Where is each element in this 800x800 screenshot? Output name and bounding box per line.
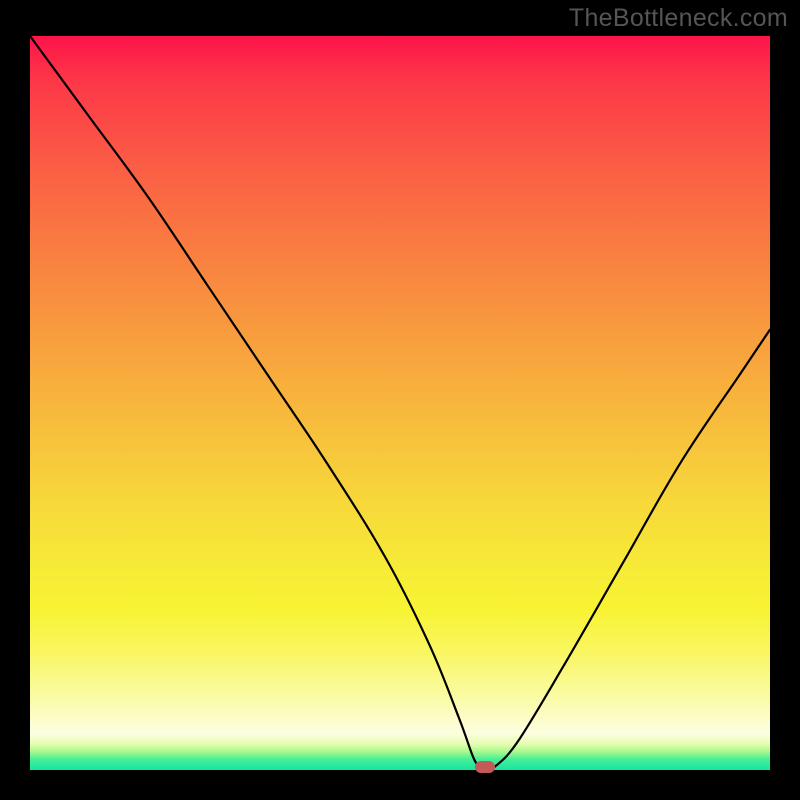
optimal-point-marker [475, 761, 495, 773]
chart-frame: TheBottleneck.com [0, 0, 800, 800]
bottleneck-curve [30, 36, 770, 770]
watermark-label: TheBottleneck.com [569, 4, 788, 33]
bottleneck-curve-path [30, 36, 770, 768]
